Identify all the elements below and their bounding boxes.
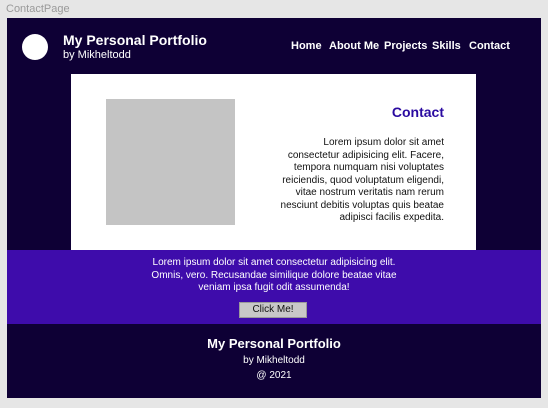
nav-link-skills[interactable]: Skills [432, 40, 461, 52]
card-body-line: nesciunt debitis voluptas quis beatae [280, 199, 444, 211]
card-body-line: tempora numquam nisi voluptates [293, 162, 444, 173]
cta-band: Lorem ipsum dolor sit amet consectetur a… [7, 250, 541, 324]
band-text-line: Omnis, vero. Recusandae similique dolore… [151, 269, 397, 281]
footer-byline: by Mikheltodd [243, 355, 305, 366]
nav-link-contact[interactable]: Contact [469, 40, 510, 52]
nav-link-projects[interactable]: Projects [384, 40, 427, 52]
click-me-button[interactable]: Click Me! [239, 302, 307, 318]
card-body-line: adipisci facilis expedita. [339, 212, 445, 223]
card-body-line: Lorem ipsum dolor sit amet [323, 137, 444, 148]
frame-label: ContactPage [6, 3, 70, 15]
card-body-line: vitae nostrum veritatis nam rerum [295, 187, 444, 198]
band-text-line: Lorem ipsum dolor sit amet consectetur a… [152, 257, 396, 268]
card-title: Contact [391, 104, 444, 120]
image-placeholder [106, 99, 235, 225]
footer-title: My Personal Portfolio [207, 336, 341, 351]
band-text-line: veniam ipsa fugit odit assumenda! [198, 282, 350, 293]
contact-card: Contact Lorem ipsum dolor sit amet conse… [71, 74, 476, 250]
band-text: Lorem ipsum dolor sit amet consectetur a… [7, 257, 541, 295]
card-body-line: reiciendis, quod voluptatum eligendi, [282, 174, 444, 186]
main-nav: Home About Me Projects Skills Contact [7, 40, 541, 54]
card-body-text: Lorem ipsum dolor sit amet consectetur a… [264, 137, 444, 225]
contact-page: My Personal Portfolio by Mikheltodd Home… [7, 18, 541, 398]
footer-copyright: @ 2021 [256, 370, 292, 381]
card-body-line: consectetur adipisicing elit. Facere, [287, 149, 444, 161]
nav-link-about-me[interactable]: About Me [329, 40, 379, 52]
nav-link-home[interactable]: Home [291, 40, 322, 52]
